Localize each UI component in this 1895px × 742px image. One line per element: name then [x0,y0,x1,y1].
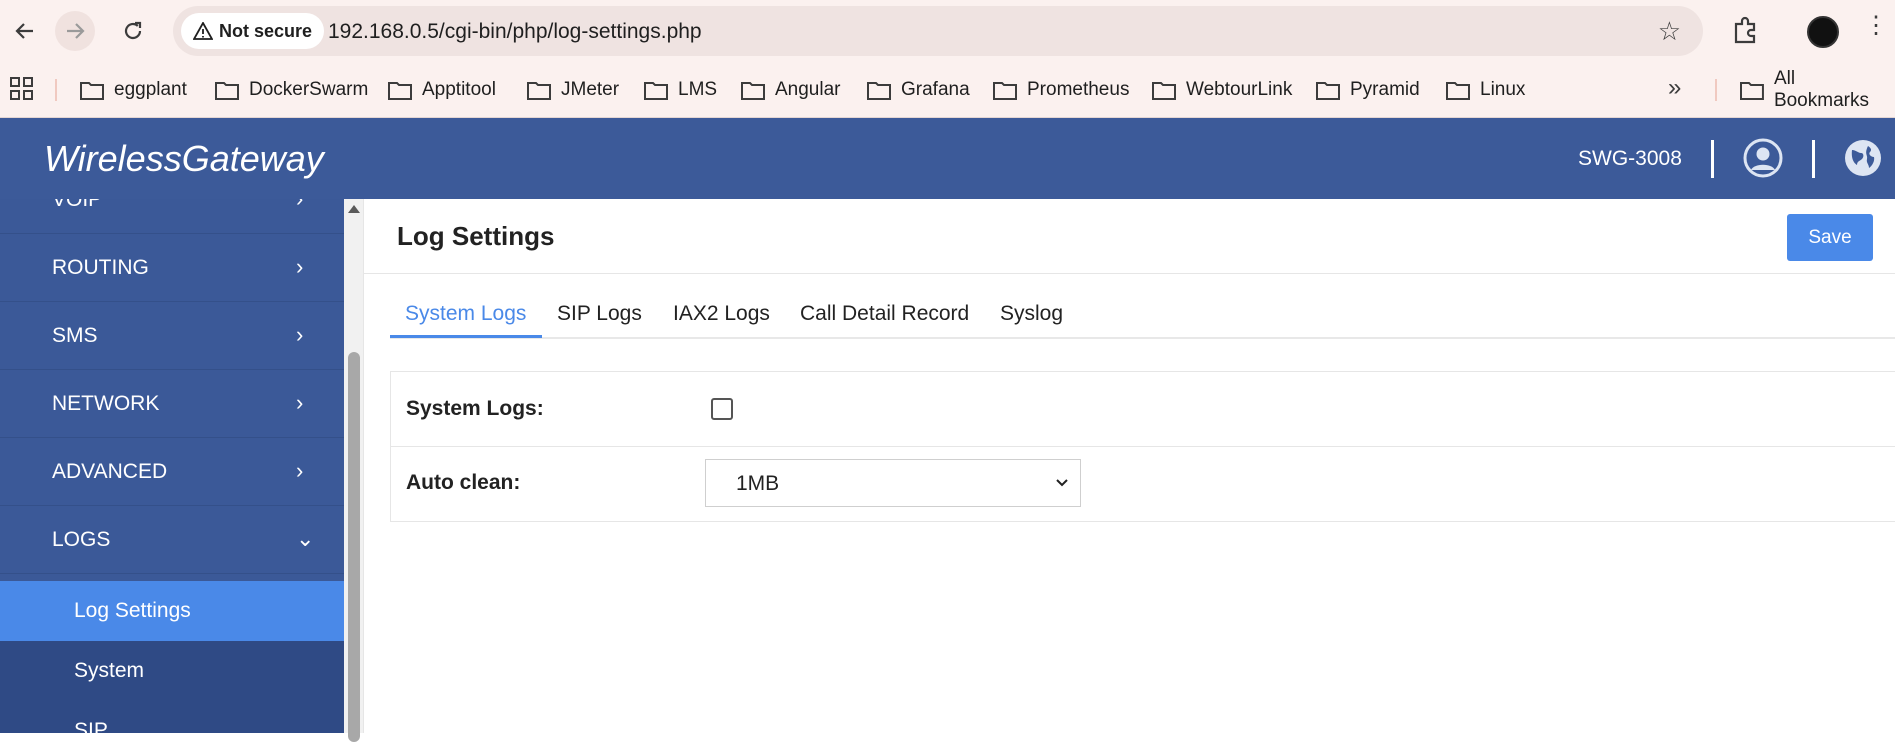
sidebar-subitem-system[interactable]: System [0,641,344,701]
chevron-right-icon: › [296,199,303,212]
folder-icon [215,82,239,100]
bookmark-apptitool[interactable]: Apptitool [388,75,496,105]
folder-icon [644,82,668,100]
tab-iax2-logs[interactable]: IAX2 Logs [673,302,770,326]
sidebar: VOIP › ROUTING › SMS › NETWORK › ADVANCE… [0,199,344,733]
bookmarks-separator [1715,79,1717,101]
tab-syslog[interactable]: Syslog [1000,302,1063,326]
browser-toolbar: Not secure 192.168.0.5/cgi-bin/php/log-s… [0,0,1895,62]
sidebar-subitem-sip[interactable]: SIP [0,701,344,733]
reload-icon[interactable] [113,11,153,51]
sidebar-item-network[interactable]: NETWORK › [0,370,344,438]
active-tab-indicator [390,335,542,338]
bookmarks-bar: eggplant DockerSwarm Apptitool JMeter LM… [0,62,1895,118]
header-divider [1812,140,1815,178]
chevron-right-icon: › [296,390,304,415]
auto-clean-row: Auto clean: 1MB [391,447,1895,522]
bookmarks-separator [55,79,57,101]
sidebar-scrollbar[interactable] [344,199,364,742]
log-tabs: System Logs SIP Logs IAX2 Logs Call Deta… [390,292,1895,339]
bookmark-dockerswarm[interactable]: DockerSwarm [215,75,368,105]
brand-logo: WirelessGateway [44,138,324,179]
bookmark-pyramid[interactable]: Pyramid [1316,75,1420,105]
system-logs-checkbox[interactable] [711,398,733,420]
chevron-down-icon: ⌄ [296,526,315,551]
system-logs-label: System Logs: [406,397,544,420]
folder-icon [388,82,412,100]
tab-sip-logs[interactable]: SIP Logs [557,302,642,326]
sidebar-item-sms[interactable]: SMS › [0,302,344,370]
auto-clean-label: Auto clean: [406,471,521,494]
folder-icon [1446,82,1470,100]
bookmark-webtourlink[interactable]: WebtourLink [1152,75,1292,105]
chevron-right-icon: › [296,458,304,483]
scrollbar-thumb[interactable] [348,352,360,742]
scroll-up-arrow-icon[interactable] [348,205,360,213]
app-header: WirelessGateway SWG-3008 [0,118,1895,199]
more-menu-icon[interactable]: ⋮ [1864,14,1888,38]
device-name: SWG-3008 [1578,147,1682,170]
folder-icon [1740,82,1764,100]
folder-icon [867,82,891,100]
tab-call-detail-record[interactable]: Call Detail Record [800,302,969,326]
sidebar-item-logs[interactable]: LOGS ⌄ [0,506,344,574]
extensions-icon[interactable] [1728,14,1762,48]
chevron-right-icon: › [296,322,304,347]
auto-clean-value: 1MB [736,472,780,495]
folder-icon [741,82,765,100]
chevron-down-icon [1056,479,1068,487]
bookmark-eggplant[interactable]: eggplant [80,75,187,105]
tab-system-logs[interactable]: System Logs [405,302,526,326]
header-divider [1711,140,1714,178]
folder-icon [527,82,551,100]
auto-clean-select[interactable]: 1MB [705,459,1081,507]
apps-grid-icon[interactable] [10,77,34,101]
system-logs-row: System Logs: [391,372,1895,447]
bookmark-prometheus[interactable]: Prometheus [993,75,1129,105]
page-title: Log Settings [397,221,555,251]
url-text[interactable]: 192.168.0.5/cgi-bin/php/log-settings.php [328,20,702,44]
folder-icon [1316,82,1340,100]
user-icon[interactable] [1743,138,1783,178]
security-chip[interactable]: Not secure [181,13,325,49]
page-header: Log Settings Save [364,199,1895,274]
all-bookmarks[interactable]: All Bookmarks [1740,68,1895,111]
security-label: Not secure [219,20,313,41]
folder-icon [1152,82,1176,100]
bookmark-angular[interactable]: Angular [741,75,841,105]
bookmark-jmeter[interactable]: JMeter [527,75,619,105]
sidebar-item-voip[interactable]: VOIP › [0,199,344,234]
forward-arrow-icon[interactable] [55,11,95,51]
bookmark-grafana[interactable]: Grafana [867,75,970,105]
bookmark-lms[interactable]: LMS [644,75,717,105]
folder-icon [993,82,1017,100]
save-button[interactable]: Save [1787,214,1873,261]
globe-icon[interactable] [1843,138,1883,178]
bookmark-linux[interactable]: Linux [1446,75,1525,105]
folder-icon [80,82,104,100]
bookmark-star-icon[interactable]: ☆ [1658,16,1681,47]
sidebar-item-advanced[interactable]: ADVANCED › [0,438,344,506]
settings-panel: System Logs: Auto clean: 1MB [390,371,1895,522]
back-arrow-icon[interactable] [5,11,45,51]
warning-icon [193,22,213,40]
more-bookmarks-icon[interactable]: » [1668,74,1681,102]
profile-avatar[interactable] [1807,16,1839,48]
chevron-right-icon: › [296,254,304,279]
sidebar-item-routing[interactable]: ROUTING › [0,234,344,302]
sidebar-subitem-log-settings[interactable]: Log Settings [0,581,344,641]
address-bar[interactable]: Not secure 192.168.0.5/cgi-bin/php/log-s… [173,6,1703,56]
